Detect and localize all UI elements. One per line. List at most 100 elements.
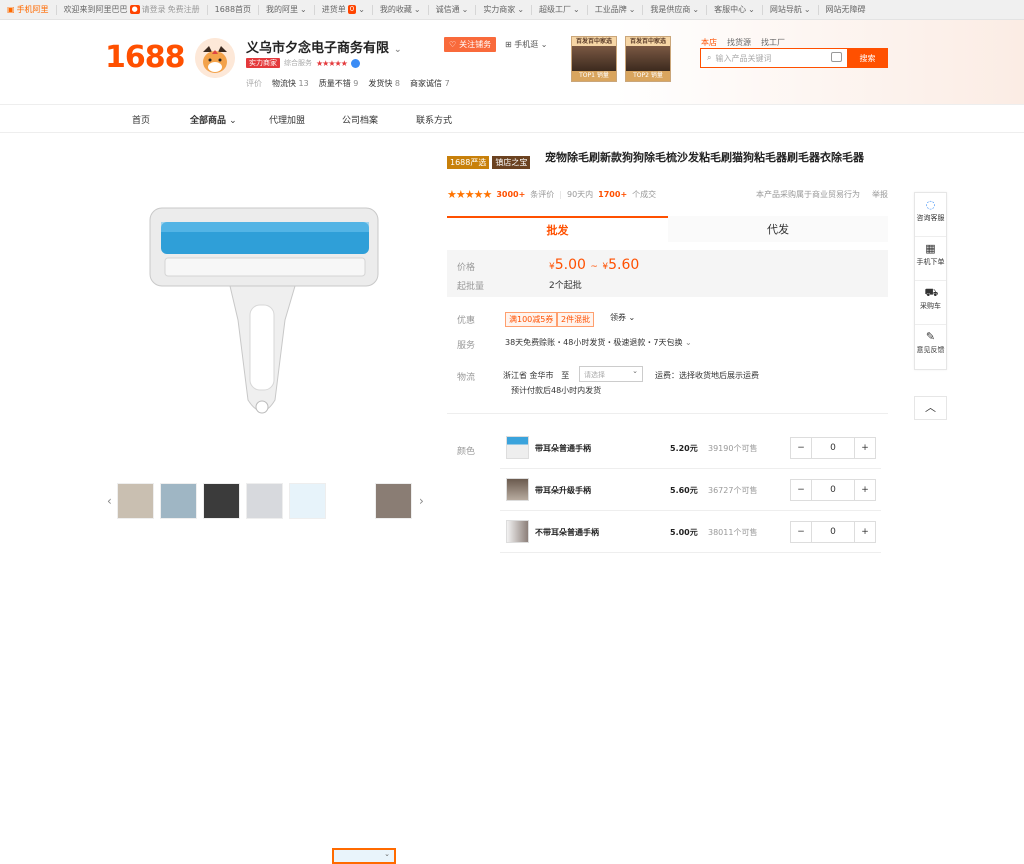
nav-link-favorites[interactable]: 我的收藏 ⌄ <box>373 4 429 15</box>
quantity-input[interactable]: 0 <box>811 480 855 500</box>
minus-button[interactable]: − <box>791 485 811 495</box>
eval-logistics: 物流快 13 <box>272 79 309 88</box>
report-link[interactable]: 举报 <box>872 189 888 200</box>
purchase-mode-tabs: 批发 代发 <box>447 216 888 242</box>
thumbnail-4[interactable] <box>246 483 283 519</box>
search-input[interactable]: ⌕ 输入产品关键词 <box>700 48 848 68</box>
qrcode-icon: ▦ <box>925 242 936 255</box>
nav-link-cart[interactable]: 进货单 0 ⌄ <box>315 4 373 15</box>
nav-link-supplier[interactable]: 我是供应商 ⌄ <box>643 4 708 15</box>
tool-feedback[interactable]: ✎ 意见反馈 <box>915 325 946 369</box>
sku-name: 不带耳朵普通手柄 <box>535 528 599 537</box>
sku-stock: 36727个可售 <box>708 486 758 495</box>
quantity-input[interactable]: 0 <box>811 522 855 542</box>
shop-tags: 实力商家 综合服务 ★★★★★ <box>246 58 360 68</box>
chevron-down-icon: ⌄ <box>300 4 307 14</box>
freight-note: 运费：选择收货地后展示运费 <box>655 371 759 380</box>
sku-thumbnail[interactable] <box>506 520 529 543</box>
shop-nav-home[interactable]: 首页 <box>132 113 150 126</box>
sku-thumbnail[interactable] <box>506 478 529 501</box>
search-tab-source[interactable]: 找货源 <box>727 37 751 48</box>
site-logo[interactable]: 1688 <box>105 40 185 75</box>
chevron-down-icon[interactable]: ⌄ <box>394 45 402 55</box>
nav-link-service-center[interactable]: 客服中心 ⌄ <box>707 4 763 15</box>
promo-rank: TOP1 销量 <box>572 71 616 81</box>
promo-product-image <box>572 46 616 71</box>
product-tags: 1688严选 镇店之宝 <box>447 156 531 169</box>
thumbnail-3[interactable] <box>203 483 240 519</box>
service-label: 综合服务 <box>284 59 312 67</box>
follow-shop-button[interactable]: ♡ 关注铺务 <box>444 37 497 52</box>
promo-card-2[interactable]: 百发百中家选 TOP2 销量 <box>625 36 671 82</box>
main-product-image[interactable] <box>135 190 390 440</box>
mobile-alibaba-link[interactable]: ▣ 手机阿里 <box>0 4 57 15</box>
promo-card-1[interactable]: 百发百中家选 TOP1 销量 <box>571 36 617 82</box>
search-button[interactable]: 搜索 <box>847 48 888 68</box>
back-to-top-button[interactable]: ︿ <box>914 396 947 420</box>
tab-dropship[interactable]: 代发 <box>668 216 888 242</box>
chevron-down-icon: ⌄ <box>803 4 811 14</box>
thumbnail-1[interactable] <box>117 483 154 519</box>
shop-avatar[interactable] <box>195 38 235 78</box>
chat-icon: ◌ <box>925 198 936 211</box>
shop-nav-agency[interactable]: 代理加盟 <box>269 113 305 126</box>
chevron-left-icon[interactable]: ‹ <box>107 494 112 508</box>
plus-button[interactable]: + <box>855 443 875 453</box>
thumbnail-7[interactable] <box>375 483 412 519</box>
heart-icon: ♡ <box>449 40 457 49</box>
company-name[interactable]: 义乌市夕念电子商务有限 ⌄ <box>246 37 402 56</box>
mobile-browse-button[interactable]: ⊞ 手机逛 ⌄ <box>505 39 548 50</box>
sku-thumbnail[interactable] <box>506 436 529 459</box>
tool-purchase-cart[interactable]: ⛟ 采购车 <box>915 281 946 325</box>
review-count[interactable]: 3000+ <box>496 190 525 199</box>
lint-roller-illustration <box>149 207 379 414</box>
nav-link-super-factory[interactable]: 超级工厂 ⌄ <box>532 4 588 15</box>
sku-list: 带耳朵普通手柄 5.20元 39190个可售 − 0 + 带耳朵升级手柄 5.6… <box>500 427 881 553</box>
nav-link-my-alibaba[interactable]: 我的阿里 ⌄ <box>259 4 315 15</box>
search-tab-shop[interactable]: 本店 <box>701 37 717 48</box>
shop-header: 1688 义乌市夕念电子商务有限 ⌄ 实力商家 综合服务 ★★★★★ 评价 物流快… <box>0 20 1024 105</box>
service-list[interactable]: 38天免费赊账・48小时发货・极速退款・7天包换 ⌄ <box>505 337 692 348</box>
login-link[interactable]: 请登录 <box>142 5 166 15</box>
cart-count-badge: 0 <box>347 5 357 14</box>
nav-link-site-nav[interactable]: 网站导航 ⌄ <box>763 4 819 15</box>
evals-label: 评价 <box>246 79 262 88</box>
coupon-badge-1[interactable]: 满100减5券 <box>505 312 558 327</box>
get-coupon-link[interactable]: 领券 ⌄ <box>610 312 635 323</box>
nav-link-strength-merchant[interactable]: 实力商家 ⌄ <box>476 4 533 15</box>
eval-quality: 质量不错 9 <box>318 79 359 88</box>
qrcode-icon: ⊞ <box>505 40 512 49</box>
quantity-input[interactable]: 0 <box>811 438 855 458</box>
minus-button[interactable]: − <box>791 443 811 453</box>
shop-nav-contact[interactable]: 联系方式 <box>416 113 452 126</box>
chevron-right-icon[interactable]: › <box>419 494 424 508</box>
nav-link-chengxintong[interactable]: 诚信通 ⌄ <box>429 4 477 15</box>
register-link[interactable]: 免费注册 <box>168 5 200 15</box>
nav-link-industrial-brand[interactable]: 工业品牌 ⌄ <box>588 4 644 15</box>
tab-wholesale[interactable]: 批发 <box>447 216 668 242</box>
tool-mobile-order[interactable]: ▦ 手机下单 <box>915 237 946 281</box>
destination-select[interactable]: 请选择 <box>579 366 643 382</box>
plus-button[interactable]: + <box>855 485 875 495</box>
thumbnail-5[interactable] <box>289 483 326 519</box>
nav-link-home[interactable]: 1688首页 <box>208 4 260 15</box>
camera-icon[interactable] <box>831 52 842 62</box>
thumbnail-2[interactable] <box>160 483 197 519</box>
shop-nav-company-profile[interactable]: 公司档案 <box>342 113 378 126</box>
search-tab-factory[interactable]: 找工厂 <box>761 37 785 48</box>
shop-nav-all-products[interactable]: 全部商品 ⌄ <box>190 113 237 126</box>
moq-value: 2个起批 <box>549 281 582 291</box>
divider <box>447 413 888 414</box>
sku-stock: 38011个可售 <box>708 528 758 537</box>
tool-customer-service[interactable]: ◌ 咨询客服 <box>915 193 946 237</box>
nav-link-accessibility[interactable]: 网站无障碍 <box>819 5 873 15</box>
thumbnail-strip: ‹ › <box>105 482 430 864</box>
coupon-badge-2[interactable]: 2件混批 <box>557 312 595 327</box>
plus-button[interactable]: + <box>855 527 875 537</box>
minus-button[interactable]: − <box>791 527 811 537</box>
moq-label: 起批量 <box>457 282 485 292</box>
chevron-down-icon: ⌄ <box>692 4 700 14</box>
sku-price: 5.00元 <box>670 528 698 537</box>
thumbnail-6-selected[interactable] <box>332 848 396 864</box>
chevron-down-icon: ⌄ <box>573 4 580 14</box>
